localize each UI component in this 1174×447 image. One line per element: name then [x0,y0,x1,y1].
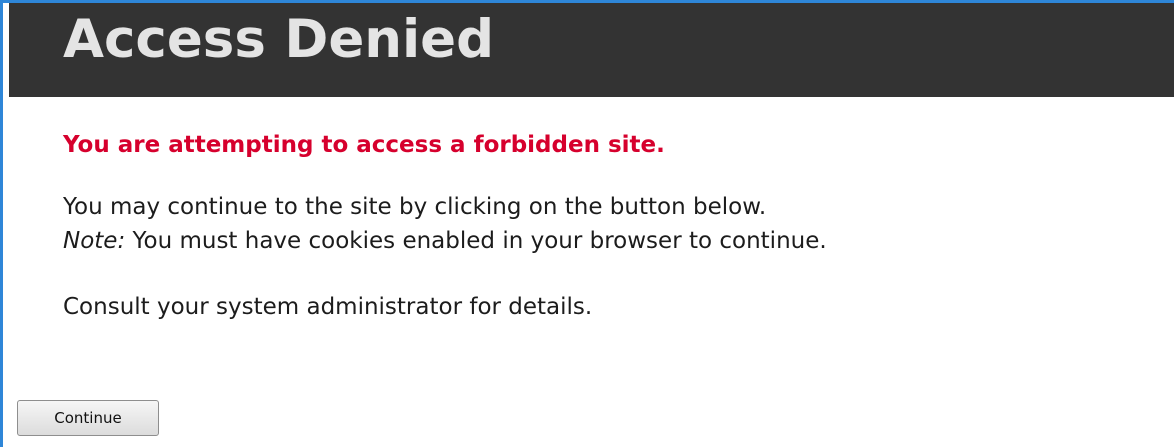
instructions-paragraph: You may continue to the site by clicking… [63,190,1163,258]
consult-admin-text: Consult your system administrator for de… [63,294,593,320]
note-text: You must have cookies enabled in your br… [125,228,827,254]
header-bar: Access Denied [9,3,1174,97]
continue-instruction: You may continue to the site by clicking… [63,194,767,220]
message-content: You are attempting to access a forbidden… [63,128,1163,324]
warning-message: You are attempting to access a forbidden… [63,132,665,158]
note-label: Note: [63,228,126,254]
continue-button[interactable]: Continue [17,400,159,436]
page-title: Access Denied [63,9,495,70]
